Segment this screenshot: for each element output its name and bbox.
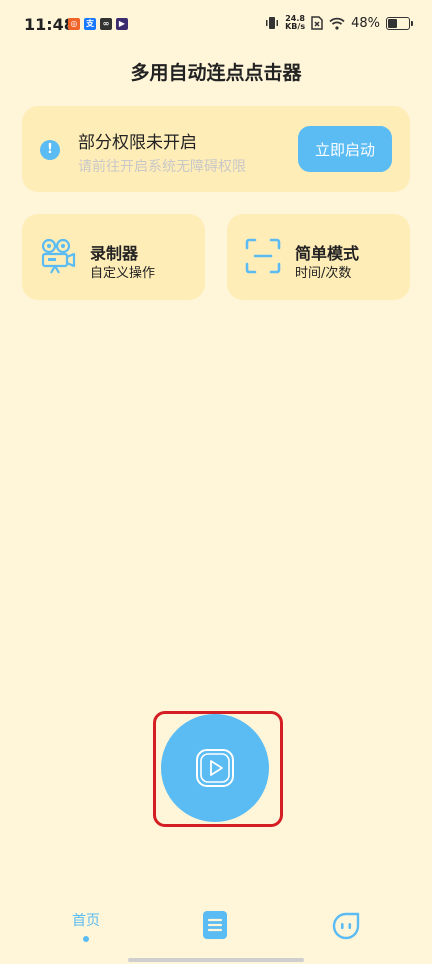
- no-sim-icon: [311, 16, 323, 30]
- play-button[interactable]: [161, 714, 269, 822]
- tab-home-label: 首页: [72, 913, 100, 929]
- alipay-icon: 支: [84, 18, 96, 30]
- vibrate-icon: [266, 17, 279, 29]
- net-speed: 24.8 KB/s: [285, 14, 306, 31]
- simple-mode-card[interactable]: 简单模式 时间/次数: [227, 214, 410, 300]
- page-title: 多用自动连点点击器: [130, 62, 302, 84]
- tab-home[interactable]: 首页: [58, 910, 114, 942]
- video-camera-icon: [41, 238, 76, 274]
- play-icon: [196, 749, 234, 787]
- permission-card: ! 部分权限未开启 请前往开启系统无障碍权限 立即启动: [22, 106, 410, 192]
- list-icon: [203, 911, 227, 939]
- permission-subtitle: 请前往开启系统无障碍权限: [78, 159, 246, 175]
- active-tab-dot: [83, 936, 89, 942]
- battery-percent: 48%: [351, 15, 380, 31]
- wifi-icon: [329, 17, 345, 30]
- smiley-face-icon: [332, 912, 360, 940]
- notification-icons: ◎ 支 ∞ ▶: [68, 18, 128, 30]
- bottom-tab-bar: 首页: [0, 900, 432, 964]
- home-indicator: [128, 958, 304, 962]
- recorder-title: 录制器: [90, 244, 139, 263]
- status-bar: 11:48 ◎ 支 ∞ ▶ 24.8 KB/s 48%: [0, 0, 432, 50]
- tab-list[interactable]: [202, 910, 228, 944]
- start-now-button[interactable]: 立即启动: [298, 126, 392, 172]
- status-indicators: 24.8 KB/s 48%: [265, 14, 413, 31]
- permission-title: 部分权限未开启: [78, 133, 197, 153]
- alert-info-icon: !: [40, 140, 60, 160]
- simple-mode-title: 简单模式: [295, 244, 360, 263]
- battery-icon: [386, 16, 413, 30]
- scan-frame-icon: [245, 238, 281, 274]
- mi-app-icon: ◎: [68, 18, 80, 30]
- simple-mode-subtitle: 时间/次数: [295, 266, 352, 281]
- link-app-icon: ∞: [100, 18, 112, 30]
- recorder-card[interactable]: 录制器 自定义操作: [22, 214, 205, 300]
- video-app-icon: ▶: [116, 18, 128, 30]
- recorder-subtitle: 自定义操作: [90, 266, 156, 281]
- tab-profile[interactable]: [331, 911, 361, 945]
